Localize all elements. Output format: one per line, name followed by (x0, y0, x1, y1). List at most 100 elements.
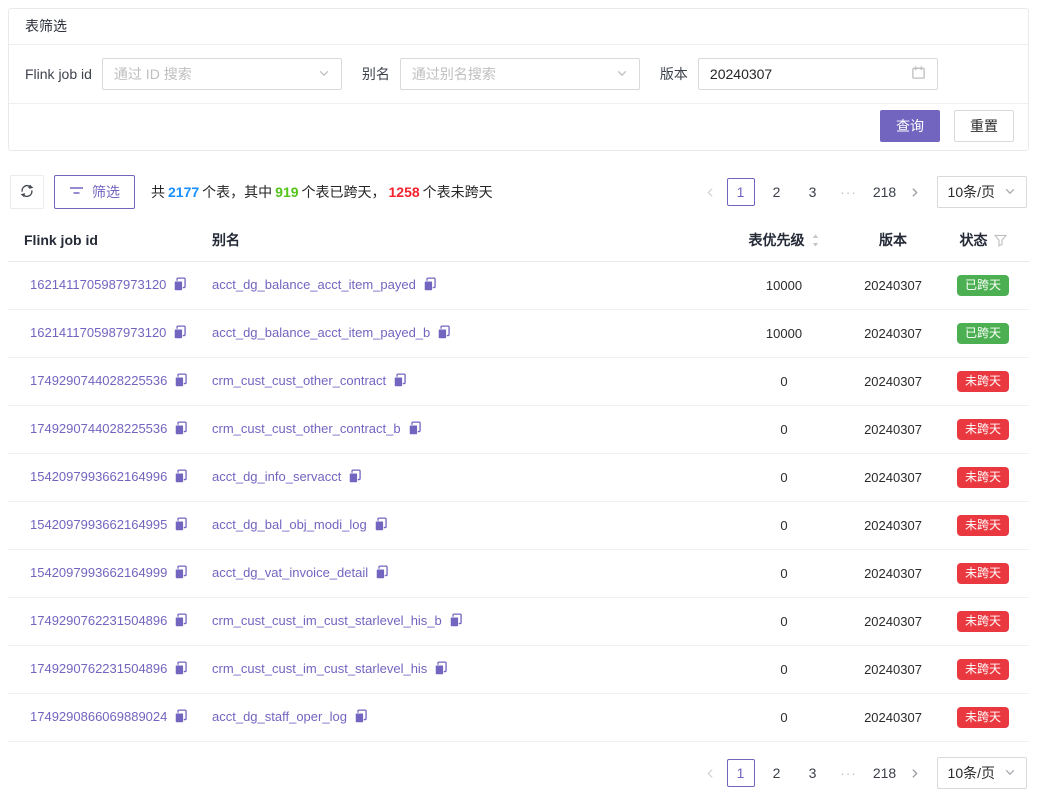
table-row: 1542097993662164996 acct_dg_info_servacct… (8, 454, 1029, 502)
table-row: 1749290866069889024 acct_dg_staff_oper_lo… (8, 694, 1029, 742)
job-id-placeholder: 通过 ID 搜索 (114, 64, 192, 84)
total-count: 2177 (168, 184, 199, 200)
next-page-button[interactable] (903, 178, 927, 206)
next-page-button[interactable] (903, 759, 927, 787)
priority-cell: 0 (719, 646, 849, 694)
copy-icon[interactable] (174, 421, 188, 439)
status-badge: 未跨天 (957, 563, 1009, 584)
pagination: 123 ··· 218 10条/页 (699, 757, 1027, 789)
copy-icon[interactable] (174, 469, 188, 487)
alias-label: 别名 (362, 64, 390, 84)
page-number-218[interactable]: 218 (871, 178, 899, 206)
version-date-picker[interactable]: 20240307 (698, 58, 938, 90)
page-number-1[interactable]: 1 (727, 759, 755, 787)
job-id-link[interactable]: 1749290744028225536 (30, 373, 167, 388)
page-number-1[interactable]: 1 (727, 178, 755, 206)
filter-toggle-label: 筛选 (92, 182, 120, 202)
copy-icon[interactable] (174, 373, 188, 391)
alias-link[interactable]: crm_cust_cust_other_contract_b (212, 421, 401, 436)
priority-cell: 0 (719, 454, 849, 502)
status-badge: 未跨天 (957, 515, 1009, 536)
query-button[interactable]: 查询 (880, 110, 940, 142)
job-id-link[interactable]: 1621411705987973120 (30, 325, 166, 340)
status-badge: 未跨天 (957, 371, 1009, 392)
version-cell: 20240307 (849, 598, 937, 646)
page-number-3[interactable]: 3 (799, 759, 827, 787)
page-number-2[interactable]: 2 (763, 759, 791, 787)
col-header-job-id: Flink job id (8, 219, 204, 262)
filter-lines-icon (69, 184, 84, 200)
uncrossed-count: 1258 (389, 184, 420, 200)
version-label: 版本 (660, 64, 688, 84)
data-table: Flink job id 别名 表优先级 版本 状态 (8, 219, 1029, 742)
priority-cell: 10000 (719, 262, 849, 310)
page-number-2[interactable]: 2 (763, 178, 791, 206)
alias-link[interactable]: acct_dg_bal_obj_modi_log (212, 517, 367, 532)
copy-icon[interactable] (408, 421, 422, 439)
priority-cell: 0 (719, 550, 849, 598)
job-id-select[interactable]: 通过 ID 搜索 (102, 58, 342, 90)
prev-page-button[interactable] (699, 178, 723, 206)
refresh-button[interactable] (10, 175, 44, 209)
chevron-down-icon (1004, 765, 1016, 781)
copy-icon[interactable] (437, 325, 451, 343)
alias-link[interactable]: crm_cust_cust_im_cust_starlevel_his_b (212, 613, 442, 628)
job-id-link[interactable]: 1621411705987973120 (30, 277, 166, 292)
page-number-3[interactable]: 3 (799, 178, 827, 206)
version-cell: 20240307 (849, 646, 937, 694)
copy-icon[interactable] (354, 709, 368, 727)
alias-link[interactable]: acct_dg_info_servacct (212, 469, 341, 484)
copy-icon[interactable] (374, 517, 388, 535)
priority-cell: 0 (719, 694, 849, 742)
alias-link[interactable]: crm_cust_cust_other_contract (212, 373, 386, 388)
prev-page-button[interactable] (699, 759, 723, 787)
copy-icon[interactable] (174, 661, 188, 679)
pagination: 123···21810条/页 (699, 176, 1027, 208)
page-number-218[interactable]: 218 (871, 759, 899, 787)
sorter-icon[interactable] (811, 233, 820, 248)
status-badge: 已跨天 (957, 323, 1009, 344)
copy-icon[interactable] (174, 709, 188, 727)
copy-icon[interactable] (174, 565, 188, 583)
filter-funnel-icon[interactable] (994, 234, 1007, 247)
job-id-link[interactable]: 1749290866069889024 (30, 709, 167, 724)
job-id-link[interactable]: 1749290744028225536 (30, 421, 167, 436)
alias-select[interactable]: 通过别名搜索 (400, 58, 640, 90)
job-id-link[interactable]: 1749290762231504896 (30, 613, 167, 628)
version-value: 20240307 (710, 66, 772, 82)
priority-cell: 0 (719, 406, 849, 454)
table-row: 1542097993662164999 acct_dg_vat_invoice_d… (8, 550, 1029, 598)
alias-link[interactable]: crm_cust_cust_im_cust_starlevel_his (212, 661, 427, 676)
alias-link[interactable]: acct_dg_vat_invoice_detail (212, 565, 368, 580)
alias-link[interactable]: acct_dg_balance_acct_item_payed (212, 277, 416, 292)
filter-card: 表筛选 Flink job id 通过 ID 搜索 别名 通过别名搜索 (8, 8, 1029, 151)
chevron-down-icon (318, 66, 330, 82)
alias-link[interactable]: acct_dg_balance_acct_item_payed_b (212, 325, 430, 340)
job-id-link[interactable]: 1542097993662164996 (30, 469, 167, 484)
copy-icon[interactable] (174, 613, 188, 631)
copy-icon[interactable] (173, 325, 187, 343)
copy-icon[interactable] (174, 517, 188, 535)
page-ellipsis: ··· (835, 759, 863, 787)
job-id-link[interactable]: 1542097993662164999 (30, 565, 167, 580)
copy-icon[interactable] (393, 373, 407, 391)
copy-icon[interactable] (348, 469, 362, 487)
copy-icon[interactable] (375, 565, 389, 583)
copy-icon[interactable] (449, 613, 463, 631)
table-row: 1749290762231504896 crm_cust_cust_im_cust… (8, 598, 1029, 646)
reset-button[interactable]: 重置 (954, 110, 1014, 142)
alias-link[interactable]: acct_dg_staff_oper_log (212, 709, 347, 724)
page-size-value: 10条/页 (948, 763, 995, 783)
copy-icon[interactable] (173, 277, 187, 295)
page-size-select[interactable]: 10条/页 (937, 176, 1027, 208)
filter-form: Flink job id 通过 ID 搜索 别名 通过别名搜索 (9, 45, 1028, 104)
status-badge: 未跨天 (957, 707, 1009, 728)
job-id-link[interactable]: 1749290762231504896 (30, 661, 167, 676)
page-size-select[interactable]: 10条/页 (937, 757, 1027, 789)
job-id-link[interactable]: 1542097993662164995 (30, 517, 167, 532)
version-cell: 20240307 (849, 310, 937, 358)
filter-toggle-button[interactable]: 筛选 (54, 175, 135, 209)
copy-icon[interactable] (423, 277, 437, 295)
filter-item-version: 版本 20240307 (660, 58, 938, 90)
copy-icon[interactable] (434, 661, 448, 679)
